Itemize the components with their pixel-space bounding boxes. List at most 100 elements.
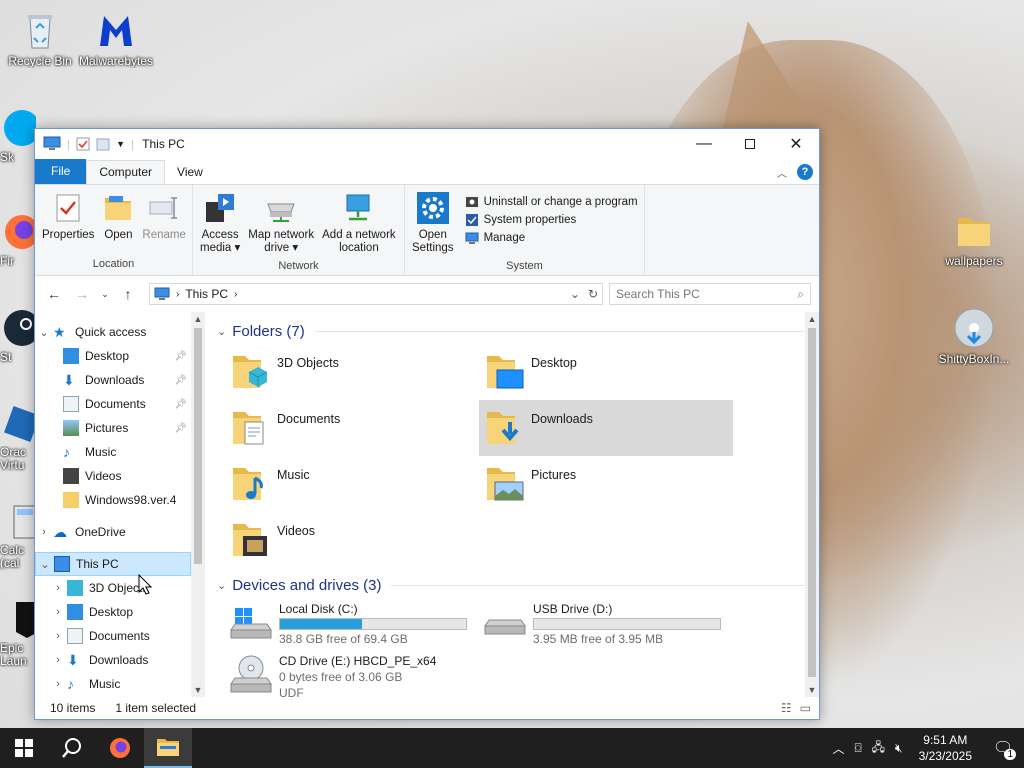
system-properties-button[interactable]: System properties (465, 213, 638, 227)
nav-quick-documents[interactable]: Documents 📌︎ (35, 392, 191, 416)
expand-chevron-icon[interactable]: › (49, 606, 67, 618)
open-button[interactable]: Open (99, 189, 137, 255)
nav-quick-music[interactable]: ♪ Music (35, 440, 191, 464)
file-explorer-window[interactable]: | ▼ | This PC — ✕ File Computer View ︿ ?… (34, 128, 820, 720)
expand-chevron-icon[interactable]: › (49, 582, 67, 594)
taskbar-firefox[interactable] (96, 728, 144, 768)
webcam-icon[interactable]: ⌼ (854, 741, 861, 756)
desktop-icon-skype[interactable]: Sk (0, 106, 36, 164)
nav-quick-pictures[interactable]: Pictures 📌︎ (35, 416, 191, 440)
expand-chevron-icon[interactable]: ⌄ (36, 558, 54, 571)
breadcrumb-chevron-icon[interactable]: › (176, 289, 179, 300)
forward-button[interactable]: → (71, 286, 93, 302)
desktop-icon-epic-games[interactable]: Epic Laun (0, 598, 36, 668)
search-box[interactable]: Search This PC ⌕ (609, 283, 811, 305)
expand-chevron-icon[interactable]: › (49, 654, 67, 666)
rename-button[interactable]: Rename (139, 189, 188, 255)
scroll-up-arrow-icon[interactable]: ▲ (191, 314, 205, 324)
nav-this-pc[interactable]: ⌄ This PC (35, 552, 191, 576)
open-settings-button[interactable]: Open Settings (409, 189, 457, 257)
drive-local-disk-c[interactable]: Local Disk (C:) 38.8 GB free of 69.4 GB (225, 598, 479, 650)
refresh-icon[interactable]: ↻ (588, 287, 598, 301)
drive-cd-e[interactable]: CD Drive (E:) HBCD_PE_x64 0 bytes free o… (225, 650, 479, 697)
nav-pc-music[interactable]: › ♪ Music (35, 672, 191, 696)
map-network-drive-button[interactable]: Map network drive ▾ (245, 189, 317, 257)
up-button[interactable]: ↑ (117, 286, 139, 302)
desktop-icon-shittybox[interactable]: ShittyBoxIn... (936, 306, 1012, 366)
expand-chevron-icon[interactable]: › (49, 630, 67, 642)
details-view-icon[interactable]: ☷ (781, 701, 792, 715)
folder-documents[interactable]: Documents (225, 400, 479, 456)
nav-quick-downloads[interactable]: ⬇ Downloads 📌︎ (35, 368, 191, 392)
nav-pc-documents[interactable]: › Documents (35, 624, 191, 648)
tab-file[interactable]: File (35, 159, 87, 184)
expand-chevron-icon[interactable]: › (35, 526, 53, 538)
breadcrumb-this-pc[interactable]: This PC (185, 287, 228, 301)
address-bar[interactable]: › This PC › ⌄ ↻ (149, 283, 603, 305)
nav-quick-videos[interactable]: Videos (35, 464, 191, 488)
title-bar[interactable]: | ▼ | This PC — ✕ (35, 129, 819, 159)
nav-pc-desktop[interactable]: › Desktop (35, 600, 191, 624)
folder-downloads[interactable]: Downloads (479, 400, 733, 456)
start-button[interactable] (0, 728, 48, 768)
scroll-down-arrow-icon[interactable]: ▼ (191, 685, 205, 695)
folder-videos[interactable]: Videos (225, 512, 479, 568)
properties-small-icon[interactable] (76, 137, 90, 151)
desktop-icon-calculator[interactable]: Calc (cal (0, 500, 36, 570)
customize-toolbar-chevron-icon[interactable]: ▼ (116, 139, 125, 149)
folder-pictures[interactable]: Pictures (479, 456, 733, 512)
collapse-chevron-icon[interactable]: ⌄ (217, 325, 226, 338)
folder-music[interactable]: Music (225, 456, 479, 512)
network-icon[interactable]: 🖧︎ (872, 738, 885, 759)
desktop-icon-steam[interactable]: St (0, 306, 36, 364)
tab-computer[interactable]: Computer (86, 160, 166, 184)
new-folder-small-icon[interactable] (96, 137, 110, 151)
devices-section-header[interactable]: ⌄ Devices and drives (3) (217, 572, 819, 598)
collapse-chevron-icon[interactable]: ⌄ (217, 579, 226, 592)
scroll-up-arrow-icon[interactable]: ▲ (805, 314, 819, 324)
tab-view[interactable]: View (165, 161, 215, 184)
access-media-button[interactable]: Access media ▾ (197, 189, 243, 257)
manage-button[interactable]: Manage (465, 231, 638, 245)
properties-button[interactable]: Properties (39, 189, 97, 255)
folder-3d-objects[interactable]: 3D Objects (225, 344, 479, 400)
desktop-icon-wallpapers[interactable]: wallpapers (936, 208, 1012, 268)
expand-chevron-icon[interactable]: › (49, 678, 67, 690)
nav-pc-downloads[interactable]: › ⬇ Downloads (35, 648, 191, 672)
minimize-button[interactable]: — (681, 129, 727, 159)
nav-quick-access[interactable]: ⌄ ★ Quick access (35, 320, 191, 344)
show-hidden-icons-chevron-icon[interactable]: ︿ (832, 740, 844, 757)
back-button[interactable]: ← (43, 286, 65, 302)
nav-onedrive[interactable]: › ☁ OneDrive (35, 520, 191, 544)
breadcrumb-chevron-icon[interactable]: › (234, 289, 237, 300)
scrollbar-thumb[interactable] (808, 328, 816, 677)
large-icons-view-icon[interactable]: ▭ (800, 701, 811, 715)
desktop-icon-recycle-bin[interactable]: Recycle Bin (2, 8, 78, 68)
content-pane[interactable]: ⌄ Folders (7) 3D Objects Desktop Documen… (205, 312, 819, 697)
folder-desktop[interactable]: Desktop (479, 344, 733, 400)
desktop-icon-malwarebytes[interactable]: Malwarebytes (78, 8, 154, 68)
volume-muted-icon[interactable]: 🔇︎ (895, 741, 903, 756)
navigation-pane[interactable]: ⌄ ★ Quick access Desktop 📌︎ ⬇ Downloads … (35, 312, 191, 697)
expand-chevron-icon[interactable]: ⌄ (35, 326, 53, 339)
taskbar-file-explorer[interactable] (144, 728, 192, 768)
uninstall-program-button[interactable]: Uninstall or change a program (465, 195, 638, 209)
content-scrollbar[interactable]: ▲ ▼ (805, 312, 819, 697)
scrollbar-thumb[interactable] (194, 328, 202, 564)
desktop-icon-firefox[interactable]: Fir (0, 210, 36, 268)
close-button[interactable]: ✕ (773, 129, 819, 159)
recent-locations-chevron-icon[interactable]: ⌄ (99, 289, 111, 300)
maximize-button[interactable] (727, 129, 773, 159)
nav-quick-windows98[interactable]: Windows98.ver.4 (35, 488, 191, 512)
desktop-icon-virtualbox[interactable]: Orac Virtu (0, 402, 36, 472)
address-dropdown-chevron-icon[interactable]: ⌄ (570, 287, 580, 301)
clock[interactable]: 9:51 AM 3/23/2025 (913, 732, 978, 764)
nav-pc-3d-objects[interactable]: › 3D Objects (35, 576, 191, 600)
navigation-pane-scrollbar[interactable]: ▲ ▼ (191, 312, 205, 697)
scroll-down-arrow-icon[interactable]: ▼ (805, 685, 819, 695)
nav-quick-desktop[interactable]: Desktop 📌︎ (35, 344, 191, 368)
folders-section-header[interactable]: ⌄ Folders (7) (217, 318, 819, 344)
help-icon[interactable]: ? (797, 164, 813, 180)
collapse-ribbon-chevron-icon[interactable]: ︿ (777, 165, 787, 180)
notifications-button[interactable]: 🗨︎ 1 (988, 738, 1018, 760)
